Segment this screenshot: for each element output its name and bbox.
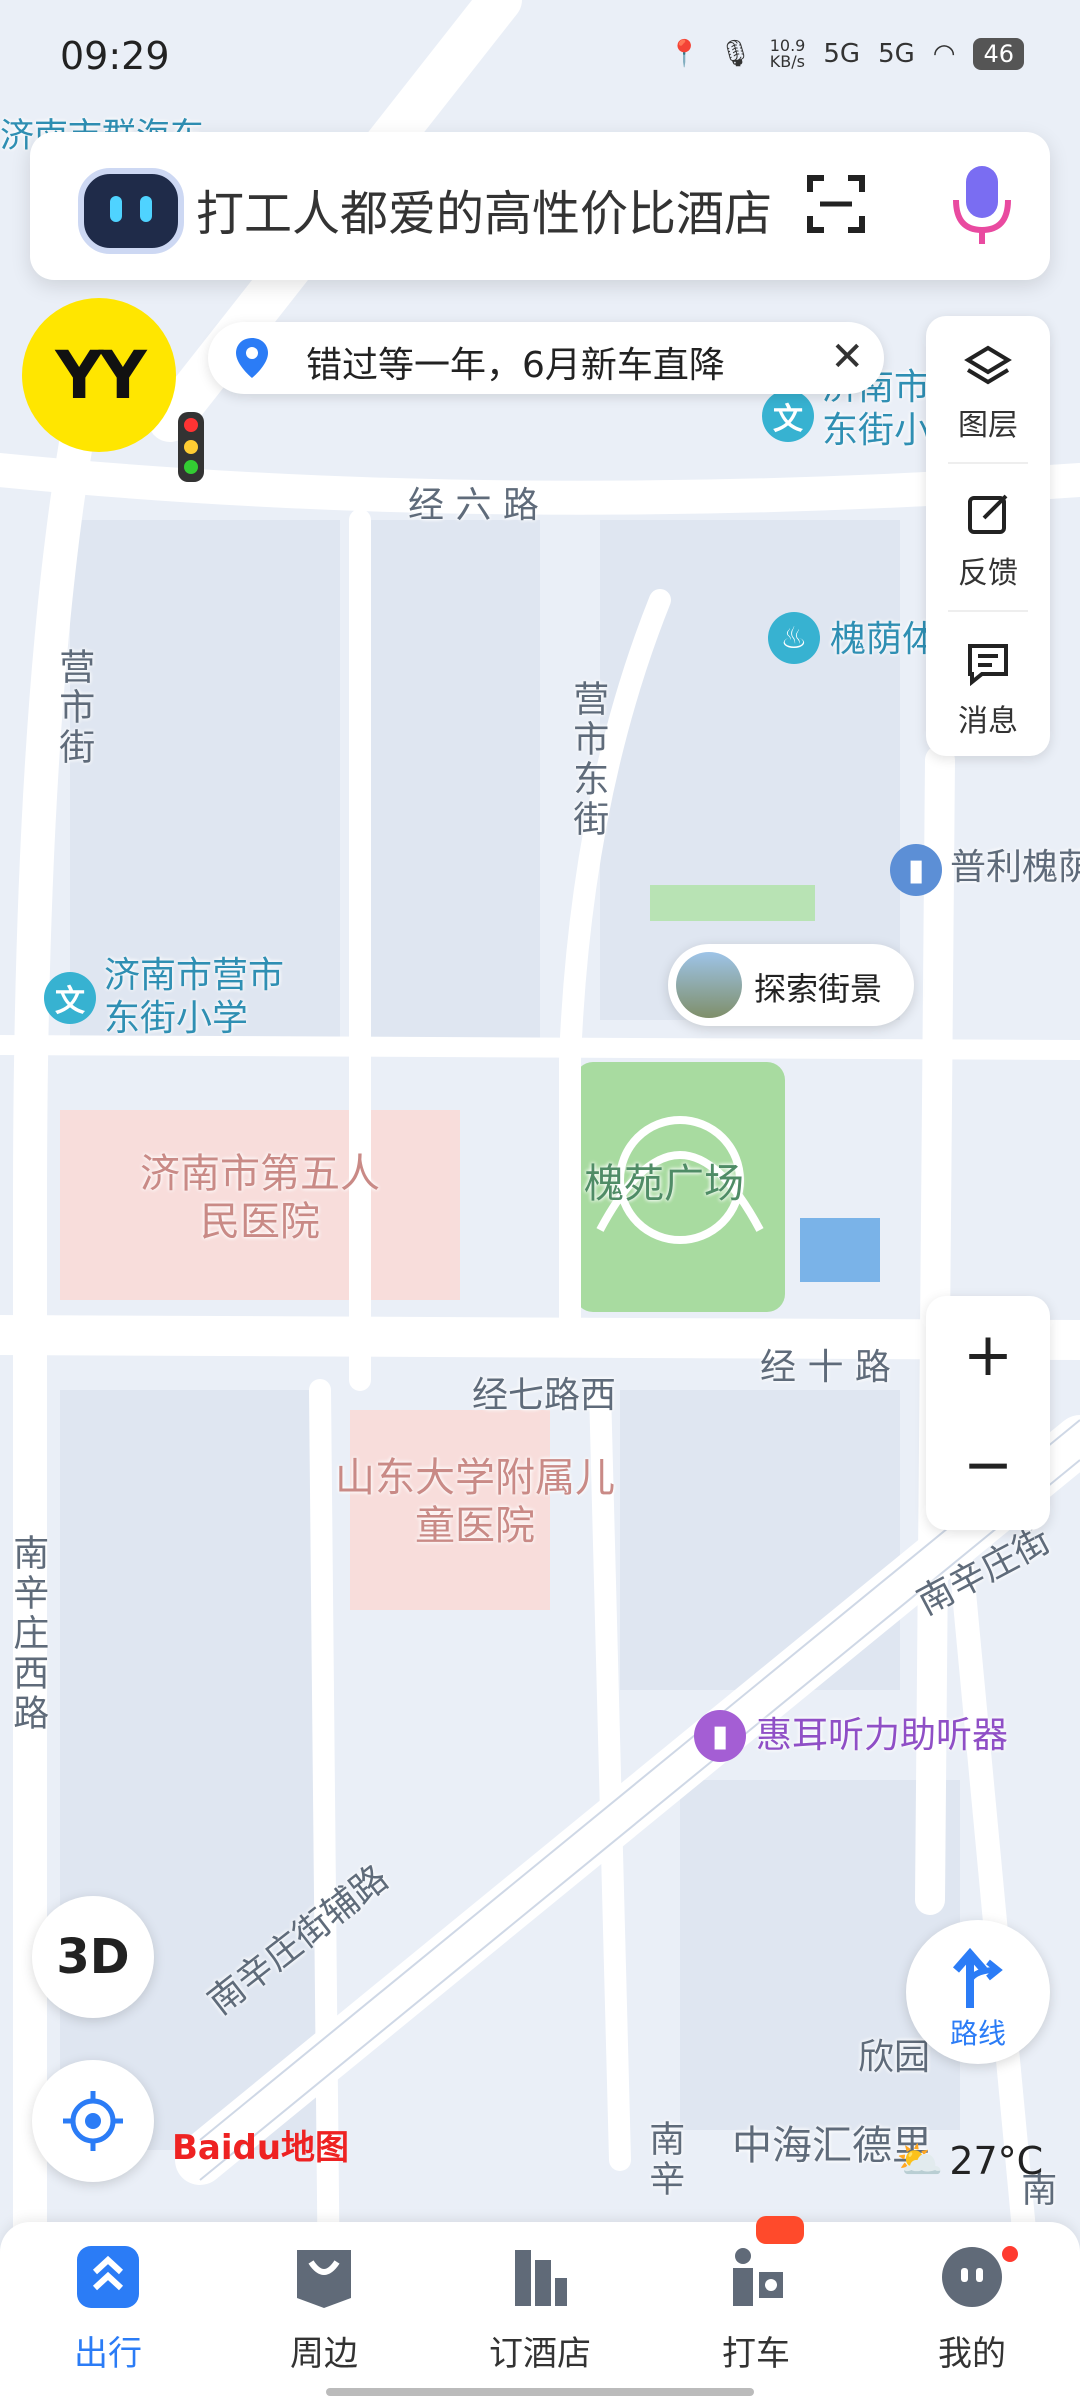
weather-widget[interactable]: ⛅ 27°C <box>896 2138 1043 2183</box>
mic-icon[interactable] <box>942 160 1022 250</box>
battery-indicator: 46 <box>973 38 1024 70</box>
nav-travel[interactable]: 出行 <box>28 2242 188 2375</box>
map-tools-panel: 图层 反馈 消息 <box>926 316 1050 756</box>
search-bar[interactable]: 打工人都爱的高性价比酒店 <box>30 132 1050 280</box>
assistant-robot-icon[interactable] <box>78 168 184 254</box>
road-label-jingshi: 经 十 路 <box>760 1347 891 1388</box>
road-label-nanxinzhuangxi: 南辛庄西路 <box>7 1534 49 1734</box>
school-pin[interactable]: 文 <box>44 972 96 1024</box>
route-label: 路线 <box>949 2017 1006 2050</box>
road-label-jingliu: 经 六 路 <box>408 485 539 526</box>
promo-notice[interactable]: 错过等一年，6月新车直降 ✕ <box>208 322 884 394</box>
feedback-button[interactable]: 反馈 <box>926 464 1050 610</box>
taxi-icon <box>733 2248 783 2306</box>
school-pin-top[interactable]: 文 <box>762 390 814 442</box>
3d-button[interactable]: 3D <box>32 1896 154 2018</box>
nav-taxi[interactable]: 打车 <box>676 2216 836 2375</box>
route-arrow-icon <box>952 1947 1003 2008</box>
layers-label: 图层 <box>958 408 1018 443</box>
status-icons: 📍 🎙 10.9 KB/s 5G 5G ◠ 46 <box>668 38 1024 70</box>
zoom-out-button[interactable]: − <box>926 1430 1050 1500</box>
travel-icon <box>77 2246 139 2308</box>
nav-hotel[interactable]: 订酒店 <box>460 2242 620 2375</box>
park-label: 槐苑广场 <box>584 1161 744 1207</box>
nav-profile[interactable]: 我的 <box>892 2242 1052 2375</box>
search-input[interactable]: 打工人都爱的高性价比酒店 <box>196 174 772 244</box>
nav-hotel-label: 订酒店 <box>489 2334 591 2374</box>
hospital-5-label: 济南市第五人民医院 <box>140 1151 380 1245</box>
message-button[interactable]: 消息 <box>926 612 1050 758</box>
locate-icon <box>63 2091 123 2151</box>
location-pin-icon <box>236 338 268 378</box>
net-speed: 10.9 KB/s <box>769 36 806 71</box>
nav-nearby[interactable]: 周边 <box>244 2242 404 2375</box>
hotel-icon <box>515 2250 567 2306</box>
home-indicator[interactable] <box>326 2388 754 2396</box>
profile-icon <box>942 2247 1002 2307</box>
sports-pin[interactable]: ♨ <box>768 612 820 664</box>
road-label-jingqixi: 经七路西 <box>472 1375 617 1416</box>
nearby-icon <box>297 2250 351 2308</box>
wifi-icon: ◠ <box>932 39 956 69</box>
message-label: 消息 <box>958 704 1018 739</box>
layers-button[interactable]: 图层 <box>926 316 1050 462</box>
message-icon <box>968 644 1008 686</box>
locate-button[interactable] <box>32 2060 154 2182</box>
scan-icon[interactable] <box>806 174 866 234</box>
taxi-promo-badge <box>756 2216 804 2244</box>
profile-notification-dot <box>1002 2246 1018 2262</box>
nav-taxi-label: 打车 <box>722 2334 790 2374</box>
mic-status-icon: 🎙 <box>718 39 752 69</box>
status-time: 09:29 <box>60 34 170 78</box>
road-label-yingshi: 营市街 <box>53 648 95 768</box>
cloud-sun-icon: ⛅ <box>896 2138 944 2182</box>
puli-label: 普利槐荫 <box>950 847 1080 888</box>
nav-profile-label: 我的 <box>938 2334 1006 2374</box>
explore-label: 探索街景 <box>754 970 883 1008</box>
avatar[interactable]: YY <box>22 298 176 452</box>
zoom-control: + − <box>926 1296 1050 1530</box>
location-status-icon: 📍 <box>668 39 701 69</box>
traffic-light-icon <box>178 412 204 482</box>
network-2: 5G <box>878 39 915 69</box>
zoom-in-button[interactable]: + <box>926 1320 1050 1390</box>
layers-icon <box>964 345 1012 385</box>
hospital-child-label: 山东大学附属儿童医院 <box>335 1455 615 1549</box>
puli-pin[interactable]: ▮ <box>890 844 942 896</box>
school-label: 济南市营市东街小学 <box>104 955 285 1040</box>
status-bar: 09:29 📍 🎙 10.9 KB/s 5G 5G ◠ 46 <box>0 0 1080 118</box>
feedback-icon <box>968 494 1008 534</box>
huier-label: 惠耳听力助听器 <box>756 1715 1009 1756</box>
weather-temp: 27°C <box>949 2138 1044 2183</box>
notice-text: 错过等一年，6月新车直降 <box>306 345 725 386</box>
road-label-yingshidong: 营市东街 <box>567 680 609 840</box>
huier-pin[interactable]: ▮ <box>694 1710 746 1762</box>
close-icon[interactable]: ✕ <box>830 334 864 380</box>
route-button[interactable]: 路线 <box>906 1920 1050 2064</box>
streetview-thumbnail <box>676 952 742 1018</box>
explore-streetview-button[interactable]: 探索街景 <box>668 944 914 1026</box>
feedback-label: 反馈 <box>958 556 1018 591</box>
huaiyin-label: 槐荫体 <box>830 619 939 660</box>
nav-nearby-label: 周边 <box>290 2334 358 2374</box>
network-1: 5G <box>823 39 861 69</box>
bottom-nav: 出行 周边 订酒店 打车 我的 <box>0 2216 1080 2400</box>
nav-travel-label: 出行 <box>74 2334 142 2374</box>
road-label-nanxin: 南辛 <box>643 2120 685 2200</box>
baidu-logo: Baidu地图 <box>172 2128 350 2168</box>
